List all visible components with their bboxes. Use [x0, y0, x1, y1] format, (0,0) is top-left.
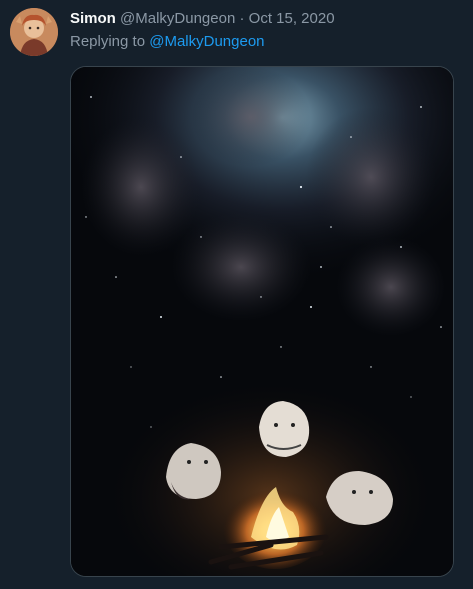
author-handle[interactable]: @MalkyDungeon — [120, 10, 235, 27]
tweet-header: Simon @MalkyDungeon · Oct 15, 2020 — [70, 9, 335, 29]
replying-to-label: Replying to — [70, 33, 146, 50]
replying-to: Replying to @MalkyDungeon — [70, 32, 265, 52]
tweet-date[interactable]: Oct 15, 2020 — [249, 10, 335, 27]
tweet-media-image[interactable] — [70, 66, 454, 577]
replying-to-handle[interactable]: @MalkyDungeon — [149, 33, 264, 50]
header-separator: · — [239, 10, 245, 27]
avatar[interactable] — [10, 8, 58, 56]
tweet[interactable]: Simon @MalkyDungeon · Oct 15, 2020 Reply… — [0, 0, 473, 589]
author-name[interactable]: Simon — [70, 10, 116, 27]
image-icon — [71, 67, 453, 576]
avatar-image — [10, 8, 58, 56]
